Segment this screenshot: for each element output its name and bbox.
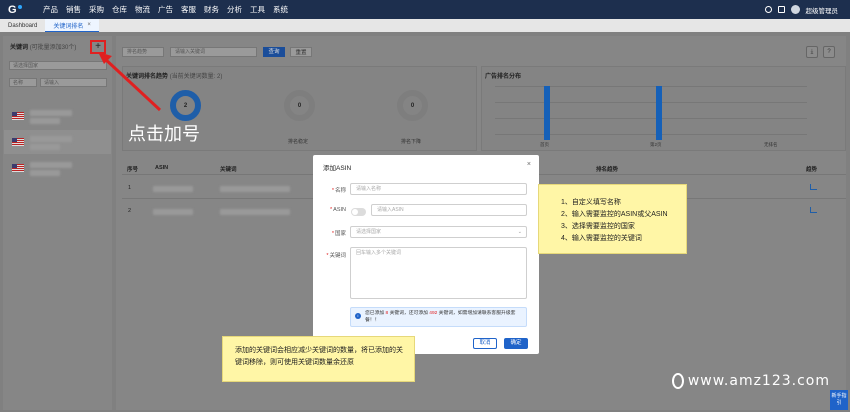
quota-callout: 添加的关键词会相应减少关键词的数量，将已添加的关键词移除，则可使用关键词数量余还… [222, 336, 415, 382]
name-label: *名称 [331, 188, 346, 194]
notice-used-count: 8 [385, 311, 389, 316]
watermark-text: www.amz123.com [687, 373, 830, 389]
callout-step: 4、输入需要监控的关键词 [561, 235, 642, 242]
country-label: *国家 [331, 231, 346, 237]
beginner-guide-button[interactable]: 新手指引 [830, 390, 848, 410]
asin-input[interactable]: 请输入ASIN [371, 204, 527, 216]
keyword-label-text: 关键词 [329, 253, 346, 259]
name-input[interactable]: 请输入名称 [350, 183, 527, 195]
watermark-logo-icon [672, 373, 684, 389]
notice-text-c: 关键词，如需增加请联系客服升级套餐！！ [365, 311, 516, 323]
add-asin-modal: 添加ASIN × *名称 请输入名称 *ASIN 请输入ASIN *国家 请选择… [313, 155, 539, 354]
modal-title: 添加ASIN [323, 165, 352, 172]
notice-remaining-count: 492 [429, 311, 438, 316]
callout-step: 2、输入需要监控的ASIN或父ASIN [561, 211, 668, 218]
confirm-button[interactable]: 确定 [504, 338, 528, 349]
country-label-text: 国家 [334, 231, 346, 237]
asin-label-text: ASIN [333, 207, 346, 213]
notice-text-a: 您已添加 [365, 311, 385, 316]
asin-label: *ASIN [330, 207, 346, 213]
quota-notice: i 您已添加 8 关键词，还可添加 492 关键词，如需增加请联系客服升级套餐！… [350, 307, 527, 327]
click-plus-annotation: 点击加号 [128, 124, 200, 145]
country-select-value: 请选择国家 [356, 229, 382, 235]
steps-callout: 1、自定义填写名称 2、输入需要监控的ASIN或父ASIN 3、选择需要监控的国… [538, 184, 687, 254]
parent-asin-toggle[interactable] [351, 208, 366, 216]
info-icon: i [355, 313, 361, 319]
close-icon[interactable]: × [527, 161, 531, 168]
notice-text-b: 关键词，还可添加 [389, 311, 428, 316]
keyword-textarea[interactable]: 回车输入多个关键词 [350, 247, 527, 299]
country-select[interactable]: 请选择国家 ⌄ [350, 226, 527, 238]
callout-step: 3、选择需要监控的国家 [561, 223, 635, 230]
name-label-text: 名称 [334, 188, 346, 194]
callout-step: 1、自定义填写名称 [561, 199, 621, 206]
keyword-label: *关键词 [326, 253, 346, 259]
watermark: www.amz123.com [672, 367, 830, 395]
cancel-button[interactable]: 取消 [473, 338, 497, 349]
chevron-down-icon: ⌄ [517, 229, 522, 235]
